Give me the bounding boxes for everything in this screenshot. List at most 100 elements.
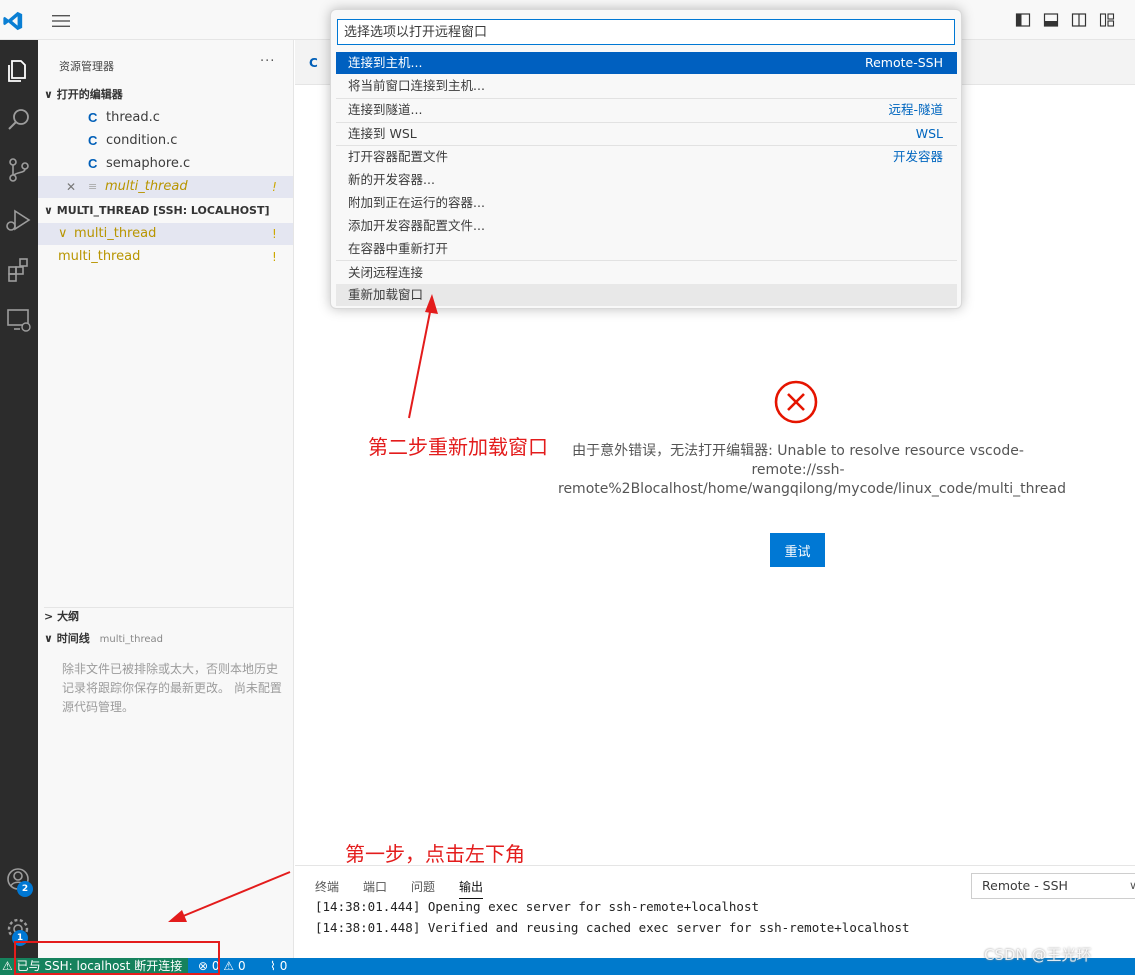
log-line: [14:38:01.448] Verified and reusing cach…	[315, 920, 910, 935]
remote-explorer-icon[interactable]	[3, 304, 35, 336]
error-message: 由于意外错误，无法打开编辑器: Unable to resolve resour…	[558, 443, 1067, 497]
open-editor-item[interactable]: C condition.c	[38, 130, 293, 152]
warning-icon: !	[272, 180, 277, 194]
palette-input[interactable]	[337, 19, 955, 45]
palette-item[interactable]: 连接到 WSL WSL	[336, 123, 957, 145]
retry-button[interactable]: 重试	[770, 533, 825, 567]
warning-icon: !	[272, 250, 277, 264]
explorer-sidebar: 资源管理器 ··· ∨ 打开的编辑器 C thread.c C conditio…	[38, 40, 294, 958]
palette-item-reload-window[interactable]: 重新加载窗口	[336, 284, 957, 306]
open-editors-header: 打开的编辑器	[56, 88, 123, 101]
open-editor-item[interactable]: C semaphore.c	[38, 153, 293, 175]
warning-count: 0	[237, 959, 246, 973]
palette-item-detail: 开发容器	[892, 149, 943, 164]
more-actions-button[interactable]: ···	[260, 54, 275, 69]
warning-triangle-icon: ⚠	[2, 959, 13, 973]
palette-item-label: 打开容器配置文件	[348, 149, 449, 164]
palette-item[interactable]: 添加开发容器配置文件...	[336, 215, 957, 237]
open-editor-item[interactable]: C thread.c	[38, 107, 293, 129]
palette-item-label: 连接到主机...	[348, 55, 423, 70]
error-icon	[774, 380, 818, 424]
palette-item[interactable]: 将当前窗口连接到主机...	[336, 75, 957, 97]
palette-item-label: 添加开发容器配置文件...	[348, 218, 485, 233]
palette-item[interactable]: 连接到隧道... 远程-隧道	[336, 99, 957, 121]
c-file-icon: C	[88, 110, 98, 125]
timeline-message: 除非文件已被排除或太大，否则本地历史记录将跟踪你保存的最新更改。 尚未配置源代码…	[62, 662, 282, 714]
outline-header: 大纲	[57, 610, 80, 623]
watermark: CSDN @王光环	[984, 946, 1092, 964]
chevron-right-icon: >	[44, 610, 54, 623]
explorer-icon[interactable]	[3, 54, 35, 86]
c-file-icon: C	[88, 156, 98, 171]
palette-item-label: 将当前窗口连接到主机...	[348, 78, 485, 93]
palette-item-label: 新的开发容器...	[348, 172, 435, 187]
customize-layout-icon[interactable]	[1099, 12, 1115, 28]
folder-label: multi_thread	[74, 226, 157, 241]
annotation-step1: 第一步，点击左下角	[345, 842, 525, 866]
tab-terminal[interactable]: 终端	[315, 878, 339, 895]
file-label: multi_thread	[58, 249, 141, 264]
tab-output[interactable]: 输出	[459, 878, 484, 899]
output-channel-value: Remote - SSH	[982, 878, 1068, 893]
outline-section[interactable]: > 大纲	[44, 607, 294, 624]
palette-item[interactable]: 附加到正在运行的容器...	[336, 192, 957, 214]
chevron-down-icon: ∨	[44, 204, 53, 217]
tab-problems[interactable]: 问题	[411, 878, 435, 895]
ports-count: 0	[279, 959, 288, 973]
close-icon[interactable]: ✕	[66, 176, 76, 198]
timeline-subtitle: multi_thread	[99, 634, 163, 645]
file-label: thread.c	[106, 110, 160, 125]
warning-triangle-icon: ⚠	[223, 959, 235, 973]
palette-item-label: 附加到正在运行的容器...	[348, 195, 485, 210]
tree-item[interactable]: multi_thread !	[38, 246, 293, 268]
extensions-icon[interactable]	[3, 254, 35, 286]
palette-item-label: 连接到隧道...	[348, 102, 423, 117]
chevron-down-icon: ∨	[58, 226, 68, 241]
sidebar-title: 资源管理器	[59, 60, 114, 73]
palette-item-label: 关闭远程连接	[348, 265, 424, 280]
chevron-down-icon: ∨	[44, 632, 53, 645]
source-control-icon[interactable]	[3, 154, 35, 186]
ports-indicator[interactable]: ⌇ 0	[270, 958, 287, 975]
palette-item[interactable]: 连接到主机... Remote-SSH	[336, 52, 957, 74]
palette-item-detail: Remote-SSH	[864, 55, 943, 70]
palette-item-label: 重新加载窗口	[348, 287, 424, 302]
tab-ports[interactable]: 端口	[363, 878, 387, 895]
palette-item[interactable]: 在容器中重新打开	[336, 238, 957, 260]
accounts-badge: 2	[17, 881, 33, 897]
run-and-debug-icon[interactable]	[3, 204, 35, 236]
tree-folder[interactable]: ∨ multi_thread !	[38, 223, 293, 245]
palette-item-label: 在容器中重新打开	[348, 241, 449, 256]
open-editor-item-active[interactable]: ✕ ≡ multi_thread !	[38, 176, 293, 198]
folder-section[interactable]: ∨ MULTI_THREAD [SSH: LOCALHOST]	[44, 204, 270, 217]
toggle-secondary-sidebar-icon[interactable]	[1071, 12, 1087, 28]
c-file-icon[interactable]: C	[309, 56, 318, 70]
toggle-primary-sidebar-icon[interactable]	[1015, 12, 1031, 28]
log-line: [14:38:01.444] Opening exec server for s…	[315, 899, 760, 914]
file-icon: ≡	[88, 180, 98, 193]
warning-icon: !	[272, 227, 277, 241]
palette-item-detail: 远程-隧道	[888, 102, 943, 117]
open-editors-section[interactable]: ∨ 打开的编辑器	[44, 86, 123, 102]
palette-item[interactable]: 新的开发容器...	[336, 169, 957, 191]
search-icon[interactable]	[3, 104, 35, 136]
chevron-down-icon: ∨	[44, 88, 53, 101]
activity-bar: 2 1	[0, 40, 38, 958]
c-file-icon: C	[88, 133, 98, 148]
command-palette: 连接到主机... Remote-SSH 将当前窗口连接到主机... 连接到隧道.…	[330, 9, 962, 309]
palette-item[interactable]: 关闭远程连接	[336, 262, 957, 284]
vscode-logo-icon[interactable]	[2, 10, 24, 32]
file-label: multi_thread	[105, 179, 188, 194]
palette-item-label: 连接到 WSL	[348, 126, 417, 141]
broadcast-icon: ⌇	[270, 959, 276, 973]
palette-item[interactable]: 打开容器配置文件 开发容器	[336, 146, 957, 168]
palette-item-detail: WSL	[915, 126, 943, 141]
toggle-panel-icon[interactable]	[1043, 12, 1059, 28]
timeline-section[interactable]: ∨ 时间线 multi_thread	[44, 630, 163, 646]
chevron-down-icon: ∨	[1128, 879, 1135, 892]
menu-icon[interactable]	[52, 14, 70, 28]
timeline-header: 时间线	[56, 632, 90, 645]
output-channel-select[interactable]: Remote - SSH ∨	[971, 873, 1135, 899]
folder-header: MULTI_THREAD [SSH: LOCALHOST]	[56, 204, 270, 217]
palette-separator	[336, 260, 957, 261]
